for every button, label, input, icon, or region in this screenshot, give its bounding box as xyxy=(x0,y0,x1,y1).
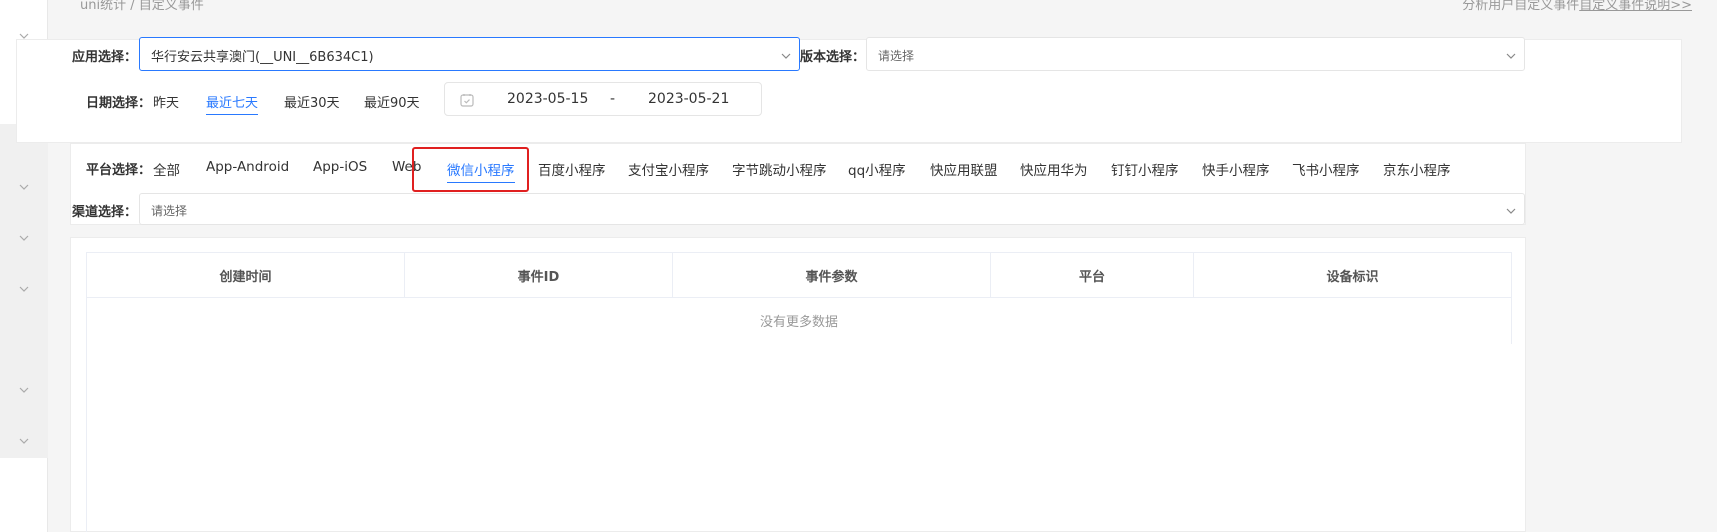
tab-app-android[interactable]: App-Android xyxy=(206,159,289,175)
table-empty-text: 没有更多数据 xyxy=(86,297,1512,344)
tab-app-ios[interactable]: App-iOS xyxy=(313,159,367,175)
date-option-last-7-days[interactable]: 最近七天 xyxy=(206,92,259,115)
tab-feishu-miniprogram[interactable]: 飞书小程序 xyxy=(1292,159,1360,179)
chevron-down-icon[interactable] xyxy=(19,284,29,294)
tab-alipay-miniprogram[interactable]: 支付宝小程序 xyxy=(628,159,709,179)
chevron-down-icon[interactable] xyxy=(19,182,29,192)
app-select[interactable]: 华行安云共享澳门(__UNI__6B634C1) xyxy=(139,37,800,71)
tab-quickapp-huawei[interactable]: 快应用华为 xyxy=(1020,159,1088,179)
table-left-border xyxy=(86,338,87,532)
table-empty-row: 没有更多数据 xyxy=(86,297,1512,344)
chevron-down-icon xyxy=(781,50,791,60)
version-select[interactable]: 请选择 xyxy=(866,37,1525,71)
tab-bytedance-miniprogram[interactable]: 字节跳动小程序 xyxy=(732,159,827,179)
channel-select-placeholder: 请选择 xyxy=(151,204,188,218)
chevron-down-icon xyxy=(1506,205,1516,215)
tab-quickapp-union[interactable]: 快应用联盟 xyxy=(930,159,998,179)
custom-event-doc-link[interactable]: 自定义事件说明>> xyxy=(1579,0,1692,13)
chevron-down-icon[interactable] xyxy=(19,385,29,395)
date-select-label: 日期选择： xyxy=(86,96,152,111)
chevron-down-icon xyxy=(1506,50,1516,60)
date-range-picker[interactable]: 2023-05-15 - 2023-05-21 xyxy=(444,82,762,116)
page-scrollbar[interactable] xyxy=(1717,0,1729,532)
tab-dingtalk-miniprogram[interactable]: 钉钉小程序 xyxy=(1111,159,1179,179)
tab-jd-miniprogram[interactable]: 京东小程序 xyxy=(1383,159,1451,179)
highlight-box xyxy=(412,147,529,192)
date-start[interactable]: 2023-05-15 xyxy=(507,91,588,107)
tab-kuaishou-miniprogram[interactable]: 快手小程序 xyxy=(1202,159,1270,179)
column-event-id: 事件ID xyxy=(404,252,673,298)
chevron-down-icon[interactable] xyxy=(19,233,29,243)
tab-all[interactable]: 全部 xyxy=(153,159,180,179)
table-header-row: 创建时间 事件ID 事件参数 平台 设备标识 xyxy=(86,252,1512,298)
column-event-params: 事件参数 xyxy=(672,252,991,298)
platform-select-label: 平台选择： xyxy=(86,163,152,178)
date-end[interactable]: 2023-05-21 xyxy=(648,91,729,107)
column-device-id: 设备标识 xyxy=(1193,252,1512,298)
event-table: 创建时间 事件ID 事件参数 平台 设备标识 没有更多数据 xyxy=(86,252,1512,344)
column-platform: 平台 xyxy=(990,252,1194,298)
date-option-last-90-days[interactable]: 最近90天 xyxy=(364,92,420,111)
channel-select[interactable]: 请选择 xyxy=(139,193,1525,225)
date-separator: - xyxy=(610,91,616,107)
version-select-placeholder: 请选择 xyxy=(878,49,915,63)
channel-select-label: 渠道选择： xyxy=(72,205,138,220)
chevron-down-icon[interactable] xyxy=(19,436,29,446)
app-select-value: 华行安云共享澳门(__UNI__6B634C1) xyxy=(151,50,374,65)
date-option-yesterday[interactable]: 昨天 xyxy=(153,92,179,111)
page-hint: 分析用户自定义事件自定义事件说明>> xyxy=(1462,0,1692,13)
column-created-time: 创建时间 xyxy=(86,252,405,298)
page-header: uni统计 / 自定义事件 分析用户自定义事件自定义事件说明>> xyxy=(62,0,1692,16)
app-select-label: 应用选择： xyxy=(72,50,138,65)
breadcrumb: uni统计 / 自定义事件 xyxy=(80,0,204,13)
calendar-icon xyxy=(459,92,475,108)
tab-qq-miniprogram[interactable]: qq小程序 xyxy=(848,159,906,179)
tab-baidu-miniprogram[interactable]: 百度小程序 xyxy=(538,159,606,179)
date-option-last-30-days[interactable]: 最近30天 xyxy=(284,92,340,111)
hint-text: 分析用户自定义事件 xyxy=(1462,0,1580,13)
version-select-label: 版本选择： xyxy=(800,50,866,65)
